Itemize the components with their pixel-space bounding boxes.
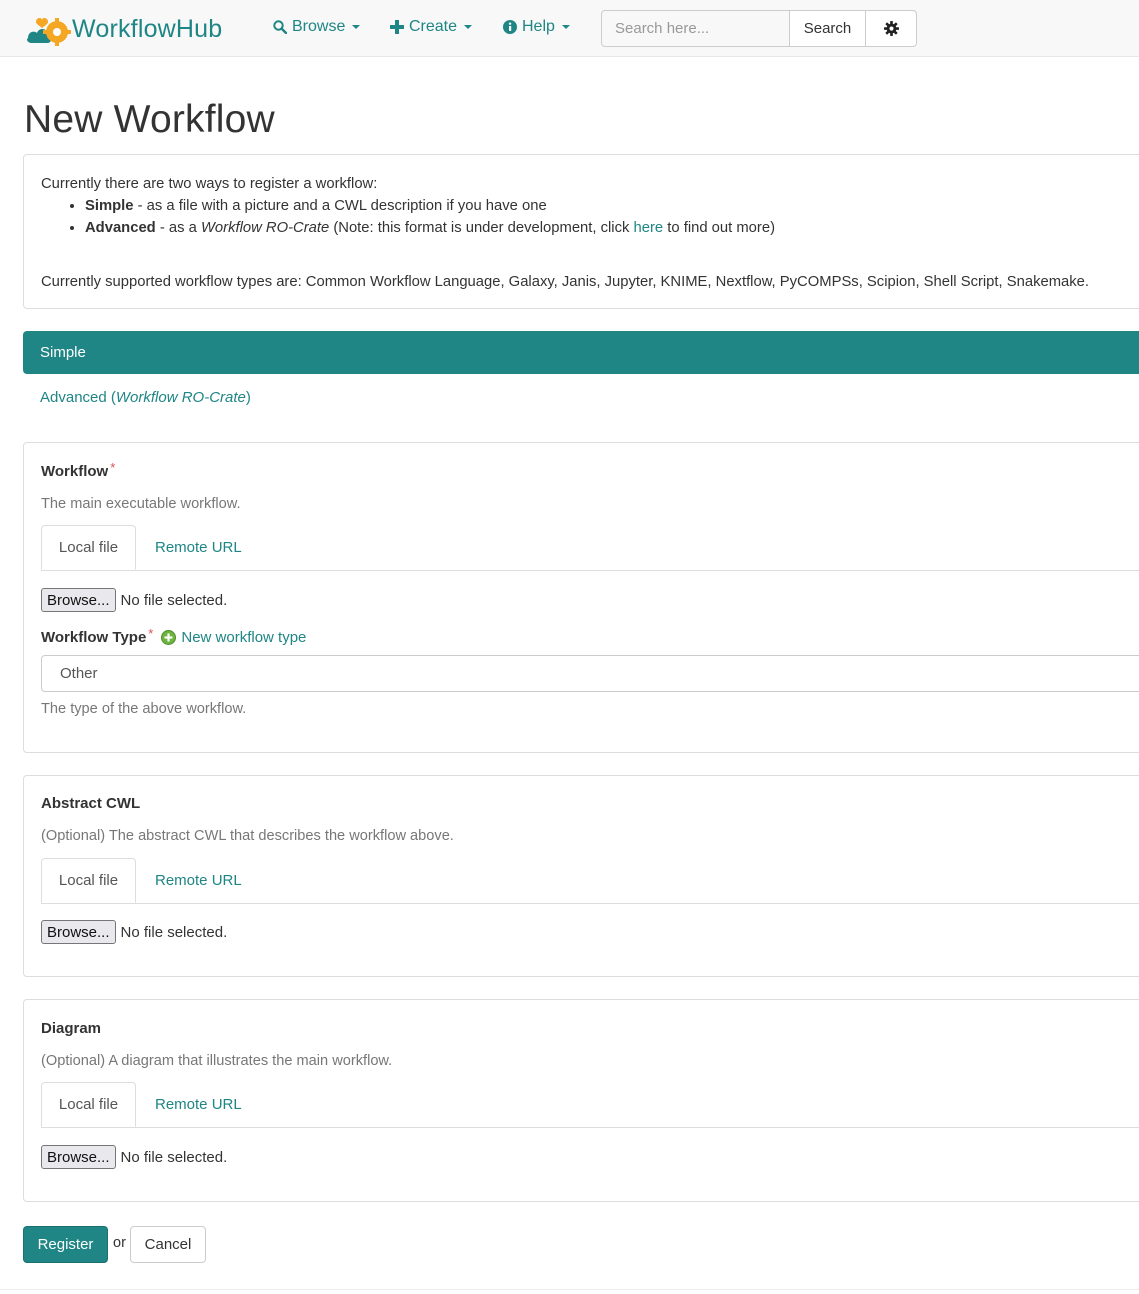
nav-help[interactable]: Help	[503, 18, 570, 36]
brand-name: WorkflowHub	[72, 14, 223, 43]
more-info-link[interactable]: here	[634, 220, 664, 236]
supported-types-text: Currently supported workflow types are: …	[41, 274, 1089, 290]
tab-local-file[interactable]: Local file	[41, 1082, 136, 1127]
info-panel: Currently there are two ways to register…	[23, 154, 1139, 309]
required-mark: *	[148, 626, 154, 641]
page-title: New Workflow	[24, 98, 275, 141]
workflow-type-help: The type of the above workflow.	[41, 701, 247, 717]
tab-advanced-prefix: Advanced (	[40, 389, 116, 406]
tab-simple[interactable]: Simple	[23, 331, 1139, 374]
simple-description: - as a file with a picture and a CWL des…	[133, 198, 547, 214]
diagram-file-input: Browse... No file selected.	[41, 1145, 227, 1169]
caret-down-icon	[561, 25, 570, 29]
register-button[interactable]: Register	[23, 1226, 108, 1263]
browse-button[interactable]: Browse...	[41, 920, 116, 944]
info-intro: Currently there are two ways to register…	[41, 176, 378, 192]
nav-browse-label: Browse	[292, 18, 346, 35]
abstract-cwl-source-tabs: Local file Remote URL	[41, 858, 1139, 904]
diagram-source-tabs: Local file Remote URL	[41, 1082, 1139, 1128]
workflowhub-logo-icon	[27, 18, 71, 46]
list-item-simple: Simple - as a file with a picture and a …	[85, 195, 1135, 217]
advanced-description-em: Workflow RO-Crate	[200, 220, 330, 236]
diagram-help: (Optional) A diagram that illustrates th…	[41, 1053, 393, 1069]
advanced-term: Advanced	[85, 220, 156, 236]
tab-local-file[interactable]: Local file	[41, 858, 136, 903]
caret-down-icon	[352, 25, 361, 29]
nav-help-label: Help	[522, 18, 555, 35]
registration-methods-list: Simple - as a file with a picture and a …	[41, 195, 1135, 239]
search-input[interactable]: Search here...	[601, 10, 790, 47]
tab-advanced-em: Workflow RO-Crate	[115, 389, 246, 406]
search-button[interactable]: Search	[789, 10, 866, 47]
tab-local-file[interactable]: Local file	[41, 525, 136, 570]
simple-term: Simple	[85, 198, 134, 214]
tab-remote-url[interactable]: Remote URL	[155, 858, 242, 903]
plus-icon	[390, 20, 404, 34]
advanced-description-3: to find out more)	[663, 220, 775, 236]
caret-down-icon	[464, 25, 473, 29]
navbar: WorkflowHub Browse Create Help Search he…	[0, 0, 1139, 57]
file-status: No file selected.	[120, 923, 228, 941]
list-item-advanced: Advanced - as a Workflow RO-Crate (Note:…	[85, 217, 1135, 239]
nav-create-label: Create	[409, 18, 458, 35]
abstract-cwl-panel: Abstract CWL (Optional) The abstract CWL…	[23, 775, 1139, 977]
advanced-description-1: - as a	[155, 220, 201, 236]
workflow-file-input: Browse... No file selected.	[41, 588, 227, 612]
workflow-type-label-row: Workflow Type * New workflow type	[41, 626, 306, 646]
nav-browse[interactable]: Browse	[273, 18, 361, 36]
search-icon	[273, 20, 287, 34]
tab-advanced[interactable]: Advanced (Workflow RO-Crate)	[40, 389, 251, 406]
nav-create[interactable]: Create	[390, 18, 473, 36]
workflow-label: Workflow *	[41, 460, 116, 480]
workflow-label-text: Workflow	[41, 463, 109, 480]
file-status: No file selected.	[120, 1148, 228, 1166]
required-mark: *	[110, 460, 116, 475]
workflow-type-select[interactable]: Other	[41, 655, 1139, 692]
diagram-panel: Diagram (Optional) A diagram that illust…	[23, 999, 1139, 1202]
info-circle-icon	[503, 20, 517, 34]
workflow-source-tabs: Local file Remote URL	[41, 525, 1139, 571]
brand-link[interactable]: WorkflowHub	[26, 12, 222, 46]
browse-button[interactable]: Browse...	[41, 588, 116, 612]
abstract-cwl-label: Abstract CWL	[41, 795, 141, 812]
workflow-type-label: Workflow Type	[41, 629, 147, 646]
tab-remote-url[interactable]: Remote URL	[155, 525, 242, 570]
gear-icon	[883, 21, 899, 36]
tab-remote-url[interactable]: Remote URL	[155, 1082, 242, 1127]
workflow-help: The main executable workflow.	[41, 496, 241, 512]
settings-button[interactable]	[865, 10, 917, 47]
abstract-cwl-help: (Optional) The abstract CWL that describ…	[41, 828, 454, 844]
tab-advanced-suffix: )	[245, 389, 251, 406]
add-circle-icon	[161, 630, 177, 645]
new-workflow-type-link[interactable]: New workflow type	[181, 629, 306, 646]
or-text: or	[113, 1235, 126, 1251]
footer-divider	[0, 1289, 1139, 1290]
browse-button[interactable]: Browse...	[41, 1145, 116, 1169]
workflow-panel: Workflow * The main executable workflow. …	[23, 442, 1139, 753]
file-status: No file selected.	[120, 591, 228, 609]
advanced-description-2: (Note: this format is under development,…	[329, 220, 634, 236]
diagram-label: Diagram	[41, 1020, 102, 1037]
cancel-button[interactable]: Cancel	[130, 1226, 206, 1263]
abstract-cwl-file-input: Browse... No file selected.	[41, 920, 227, 944]
